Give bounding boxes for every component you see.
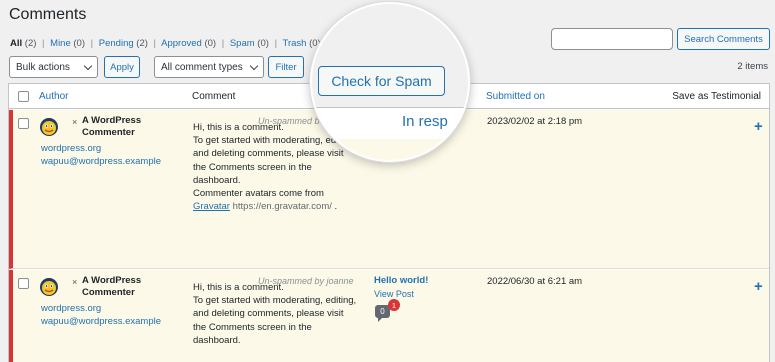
search-comments-input[interactable] bbox=[551, 28, 673, 50]
items-count: 2 items bbox=[737, 61, 768, 72]
row-checkbox[interactable] bbox=[18, 278, 29, 289]
filter-separator: | bbox=[90, 38, 94, 49]
column-save-as-testimonial: Save as Testimonial bbox=[672, 91, 761, 102]
filter-separator: | bbox=[42, 38, 45, 49]
search-comments-button[interactable]: Search Comments bbox=[677, 28, 770, 50]
comment-line: Commenter avatars come from bbox=[193, 188, 324, 200]
response-post-link[interactable]: Hello world! bbox=[374, 275, 428, 286]
avatar bbox=[40, 278, 58, 296]
page-title: Comments bbox=[9, 6, 87, 23]
author-email-link[interactable]: wapuu@wordpress.example bbox=[41, 156, 161, 167]
filter-separator: | bbox=[221, 38, 225, 49]
submitted-date[interactable]: 2023/02/02 at 2:18 pm bbox=[487, 115, 597, 128]
author-site-link[interactable]: wordpress.org bbox=[41, 143, 101, 154]
comment-status-filters: All (2) | Mine (0) | Pending (2) | Appro… bbox=[10, 38, 321, 49]
bulk-actions-label: Bulk actions bbox=[16, 61, 70, 73]
filter-all[interactable]: All bbox=[10, 38, 22, 49]
gravatar-url: https://en.gravatar.com/ bbox=[232, 201, 332, 213]
column-author[interactable]: Author bbox=[39, 91, 68, 102]
filter-approved-count: (0) bbox=[204, 38, 217, 49]
comment-types-select[interactable]: All comment types bbox=[154, 56, 264, 78]
gravatar-link[interactable]: Gravatar bbox=[193, 201, 230, 212]
comment-line: To get started with moderating, editing,… bbox=[193, 295, 357, 346]
author-site-link[interactable]: wordpress.org bbox=[41, 303, 101, 314]
chevron-down-icon bbox=[83, 61, 93, 71]
bulk-actions-select[interactable]: Bulk actions bbox=[9, 56, 98, 78]
filter-mine-count: (0) bbox=[73, 38, 86, 49]
view-post-link[interactable]: View Post bbox=[374, 289, 414, 299]
column-submitted-on[interactable]: Submitted on bbox=[486, 91, 545, 102]
column-in-response-to[interactable]: In resp bbox=[402, 113, 448, 130]
avatar bbox=[40, 118, 58, 136]
pending-count-badge: 1 bbox=[388, 299, 400, 311]
filter-all-count: (2) bbox=[24, 38, 37, 49]
author-name: A WordPress Commenter bbox=[82, 115, 142, 138]
filter-button[interactable]: Filter bbox=[268, 56, 304, 78]
filter-spam-count: (0) bbox=[257, 38, 269, 49]
chevron-down-icon bbox=[249, 61, 259, 71]
status-note: Un-spammed by joanne bbox=[258, 276, 354, 286]
submitted-date[interactable]: 2022/06/30 at 6:21 am bbox=[487, 275, 597, 288]
author-x-icon: × bbox=[72, 117, 78, 127]
gravatar-end: . bbox=[334, 201, 338, 213]
save-as-testimonial-icon[interactable]: + bbox=[754, 118, 763, 135]
filter-mine[interactable]: Mine bbox=[50, 38, 71, 49]
check-for-spam-button[interactable]: Check for Spam bbox=[318, 66, 445, 96]
comment-body: Hi, this is a comment. To get started wi… bbox=[193, 281, 358, 347]
author-x-icon: × bbox=[72, 277, 78, 287]
table-row: × A WordPress Commenter wordpress.org wa… bbox=[9, 270, 769, 362]
comment-types-label: All comment types bbox=[161, 61, 243, 73]
filter-pending[interactable]: Pending bbox=[99, 38, 134, 49]
filter-approved[interactable]: Approved bbox=[161, 38, 202, 49]
filter-spam[interactable]: Spam bbox=[230, 38, 255, 49]
magnifier-row-area bbox=[312, 139, 468, 160]
filter-separator: | bbox=[153, 38, 157, 49]
row-checkbox[interactable] bbox=[18, 118, 29, 129]
filter-pending-count: (2) bbox=[136, 38, 148, 49]
apply-button[interactable]: Apply bbox=[104, 56, 140, 78]
magnifier-callout: Check for Spam In resp bbox=[310, 2, 470, 162]
author-name: A WordPress Commenter bbox=[82, 275, 142, 298]
status-note: Un-spammed b bbox=[258, 116, 320, 126]
author-email-link[interactable]: wapuu@wordpress.example bbox=[41, 316, 161, 327]
column-comment: Comment bbox=[192, 91, 236, 102]
magnifier-divider bbox=[312, 107, 468, 108]
filter-trash[interactable]: Trash bbox=[283, 38, 307, 49]
filter-separator: | bbox=[274, 38, 278, 49]
save-as-testimonial-icon[interactable]: + bbox=[754, 278, 763, 295]
select-all-checkbox[interactable] bbox=[18, 91, 29, 102]
